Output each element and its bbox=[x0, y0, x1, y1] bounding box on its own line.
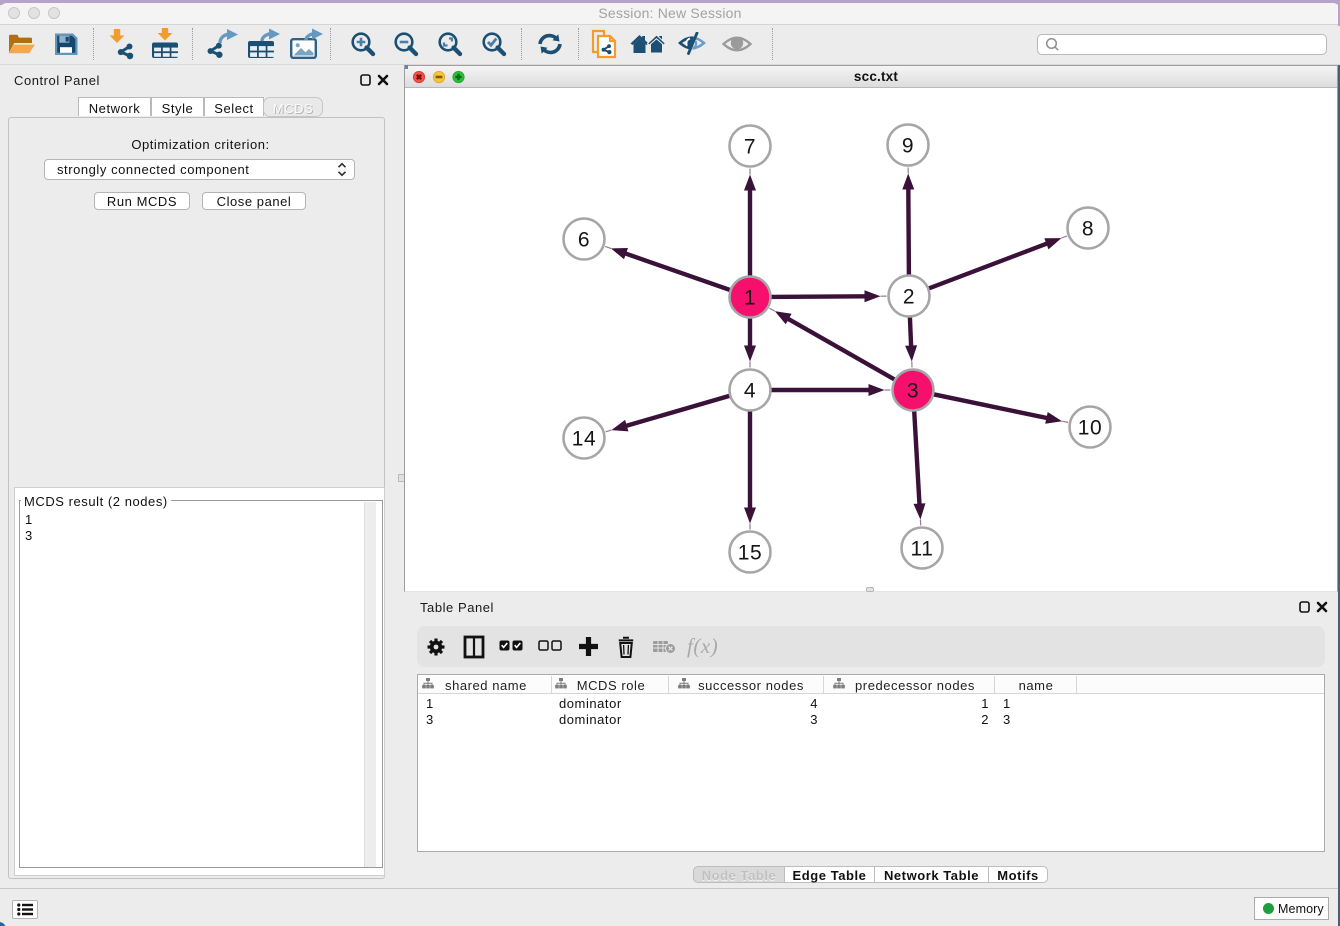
svg-text:8: 8 bbox=[1082, 218, 1094, 241]
svg-text:15: 15 bbox=[738, 542, 762, 565]
svg-text:2: 2 bbox=[903, 286, 915, 309]
svg-text:9: 9 bbox=[902, 135, 914, 158]
svg-text:7: 7 bbox=[744, 136, 756, 159]
svg-text:14: 14 bbox=[572, 428, 596, 451]
svg-text:3: 3 bbox=[907, 380, 919, 403]
svg-text:6: 6 bbox=[578, 229, 590, 252]
svg-text:10: 10 bbox=[1078, 417, 1102, 440]
svg-text:1: 1 bbox=[744, 287, 756, 310]
svg-text:4: 4 bbox=[744, 380, 756, 403]
svg-text:11: 11 bbox=[911, 538, 934, 561]
